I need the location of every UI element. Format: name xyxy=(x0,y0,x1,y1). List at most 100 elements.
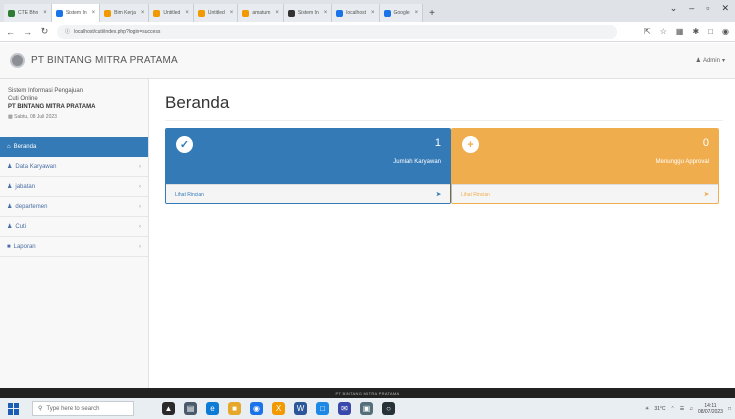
tray-chevron-icon[interactable]: ⌃ xyxy=(671,406,675,412)
close-tab-icon[interactable]: × xyxy=(324,10,328,16)
chevron-left-icon: ‹ xyxy=(139,183,141,190)
browser-tab[interactable]: Bim Kerja × xyxy=(100,4,150,22)
tab-search-icon[interactable]: ⌄ xyxy=(670,3,678,14)
sidebar-item-label: Data Karyawan xyxy=(15,163,57,170)
pending-approval-count: 0 xyxy=(702,137,709,149)
view-details-label: Lihat Rincian xyxy=(175,191,204,198)
chevron-left-icon: ‹ xyxy=(139,223,141,230)
tab-label: Sistem In xyxy=(297,10,319,16)
back-icon[interactable]: ← xyxy=(6,27,15,37)
extensions-puzzle-icon[interactable]: ✱ xyxy=(692,27,699,36)
notification-icon[interactable]: □ xyxy=(728,406,731,412)
close-window-button[interactable]: ✕ xyxy=(721,3,729,14)
site-info-icon[interactable]: ⓘ xyxy=(65,28,70,35)
clock[interactable]: 14:11 08/07/2023 xyxy=(698,403,723,415)
tab-favicon-icon xyxy=(104,9,112,17)
tab-favicon-icon xyxy=(242,9,250,17)
sidebar-item-beranda[interactable]: ⌂ Beranda xyxy=(0,137,148,157)
tab-favicon-icon xyxy=(8,9,15,17)
reload-icon[interactable]: ↻ xyxy=(40,26,49,37)
mail-icon[interactable]: ✉ xyxy=(338,402,351,415)
user-icon: ♟ xyxy=(7,184,13,190)
app-icon[interactable]: ▣ xyxy=(360,402,373,415)
close-tab-icon[interactable]: × xyxy=(92,10,96,16)
profile-icon[interactable]: ◉ xyxy=(722,27,729,36)
user-icon: ♟ xyxy=(695,58,701,64)
browser-tab[interactable]: CTE Bhn × xyxy=(4,4,52,22)
admin-menu[interactable]: ♟ Admin ▾ xyxy=(695,57,725,65)
close-tab-icon[interactable]: × xyxy=(43,10,47,16)
page-title: Beranda xyxy=(165,93,230,112)
extension-icon[interactable]: ▦ xyxy=(676,27,684,36)
folder-icon: ■ xyxy=(7,243,11,250)
sidebar-panel-icon[interactable]: □ xyxy=(708,27,713,36)
caret-down-icon: ▾ xyxy=(721,58,725,64)
sidebar-item-laporan[interactable]: ■ Laporan ‹ xyxy=(0,237,148,257)
user-icon: ♟ xyxy=(7,204,13,210)
url-field[interactable]: ⓘ localhost/cuti/index.php?login=success xyxy=(57,24,617,39)
tab-label: amatum xyxy=(252,10,271,16)
app-icon[interactable]: □ xyxy=(316,402,329,415)
chrome-browser-icon[interactable]: ◉ xyxy=(250,402,263,415)
new-tab-button[interactable]: + xyxy=(423,4,441,22)
tab-label: CTE Bhn xyxy=(18,10,39,16)
taskbar-search-input[interactable]: ⚲ Type here to search xyxy=(32,401,134,416)
minimize-button[interactable]: – xyxy=(689,3,694,14)
company-logo xyxy=(10,53,25,68)
current-date: ▩ Sabtu, 08 Juli 2023 xyxy=(8,113,148,121)
bookmark-star-icon[interactable]: ☆ xyxy=(660,27,667,36)
brand-title[interactable]: PT BINTANG MITRA PRATAMA xyxy=(31,55,178,66)
sidebar-item-jabatan[interactable]: ♟ jabatan ‹ xyxy=(0,177,148,197)
close-tab-icon[interactable]: × xyxy=(275,10,279,16)
close-tab-icon[interactable]: × xyxy=(230,10,234,16)
close-tab-icon[interactable]: × xyxy=(185,10,189,16)
tab-favicon-icon xyxy=(153,9,161,17)
admin-label: Admin xyxy=(702,57,720,64)
browser-tab[interactable]: amatum × xyxy=(238,4,284,22)
edge-browser-icon[interactable]: e xyxy=(206,402,219,415)
word-icon[interactable]: W xyxy=(294,402,307,415)
view-details-link[interactable]: Lihat Rincian ➤ xyxy=(452,184,718,203)
tab-label: Sistem In xyxy=(65,10,87,16)
browser-tab[interactable]: Untitled × xyxy=(193,4,239,22)
url-text: localhost/cuti/index.php?login=success xyxy=(74,28,161,35)
xampp-icon[interactable]: X xyxy=(272,402,285,415)
circle-app-icon[interactable]: ○ xyxy=(382,402,395,415)
browser-tab[interactable]: Google × xyxy=(379,4,424,22)
browser-tab[interactable]: Sistem In × xyxy=(51,4,101,22)
browser-tab-strip: CTE Bhn × Sistem In × Bim Kerja × Untitled × Unt… xyxy=(0,0,735,22)
file-explorer-icon[interactable]: ■ xyxy=(228,402,241,415)
share-icon[interactable]: ⇱ xyxy=(644,27,651,36)
users-icon: ♟ xyxy=(7,164,13,170)
plus-circle-icon: + xyxy=(462,136,479,153)
sidebar-item-label: Laporan xyxy=(13,243,36,250)
maximize-button[interactable]: ▫ xyxy=(706,3,709,14)
browser-tab[interactable]: Sistem In × xyxy=(283,4,333,22)
close-tab-icon[interactable]: × xyxy=(371,10,375,16)
task-view-icon[interactable]: ▤ xyxy=(184,402,197,415)
volume-icon[interactable]: ♫ xyxy=(689,406,693,412)
close-tab-icon[interactable]: × xyxy=(141,10,145,16)
taskbar: ⚲ Type here to search ▲ ▤ e ■ ◉ X W □ ✉ … xyxy=(0,398,735,419)
title-divider xyxy=(165,120,723,121)
forward-icon[interactable]: → xyxy=(23,27,32,37)
sidebar-item-cuti[interactable]: ♟ Cuti ‹ xyxy=(0,217,148,237)
browser-tab[interactable]: localhost × xyxy=(332,4,380,22)
close-tab-icon[interactable]: × xyxy=(415,10,419,16)
tab-favicon-icon xyxy=(383,9,391,17)
sidebar-item-data-karyawan[interactable]: ♟ Data Karyawan ‹ xyxy=(0,157,148,177)
search-icon: ⚲ xyxy=(38,406,43,412)
view-details-link[interactable]: Lihat Rincian ➤ xyxy=(166,184,450,203)
sidebar-item-departemen[interactable]: ♟ departemen ‹ xyxy=(0,197,148,217)
browser-address-bar: ← → ↻ ⓘ localhost/cuti/index.php?login=s… xyxy=(0,22,735,42)
wifi-icon[interactable]: ☰ xyxy=(680,406,684,412)
chevron-left-icon: ‹ xyxy=(139,163,141,170)
browser-tab[interactable]: Untitled × xyxy=(149,4,194,22)
sidebar-menu: ⌂ Beranda ♟ Data Karyawan ‹ ♟ jabatan ‹ … xyxy=(0,137,148,257)
home-icon: ⌂ xyxy=(7,144,11,150)
weather-text[interactable]: 31°C xyxy=(654,406,665,412)
window-controls: ⌄ – ▫ ✕ xyxy=(670,3,729,14)
search-placeholder: Type here to search xyxy=(46,405,100,412)
windows-start-icon[interactable] xyxy=(8,402,20,415)
app-mountain-icon[interactable]: ▲ xyxy=(162,402,175,415)
